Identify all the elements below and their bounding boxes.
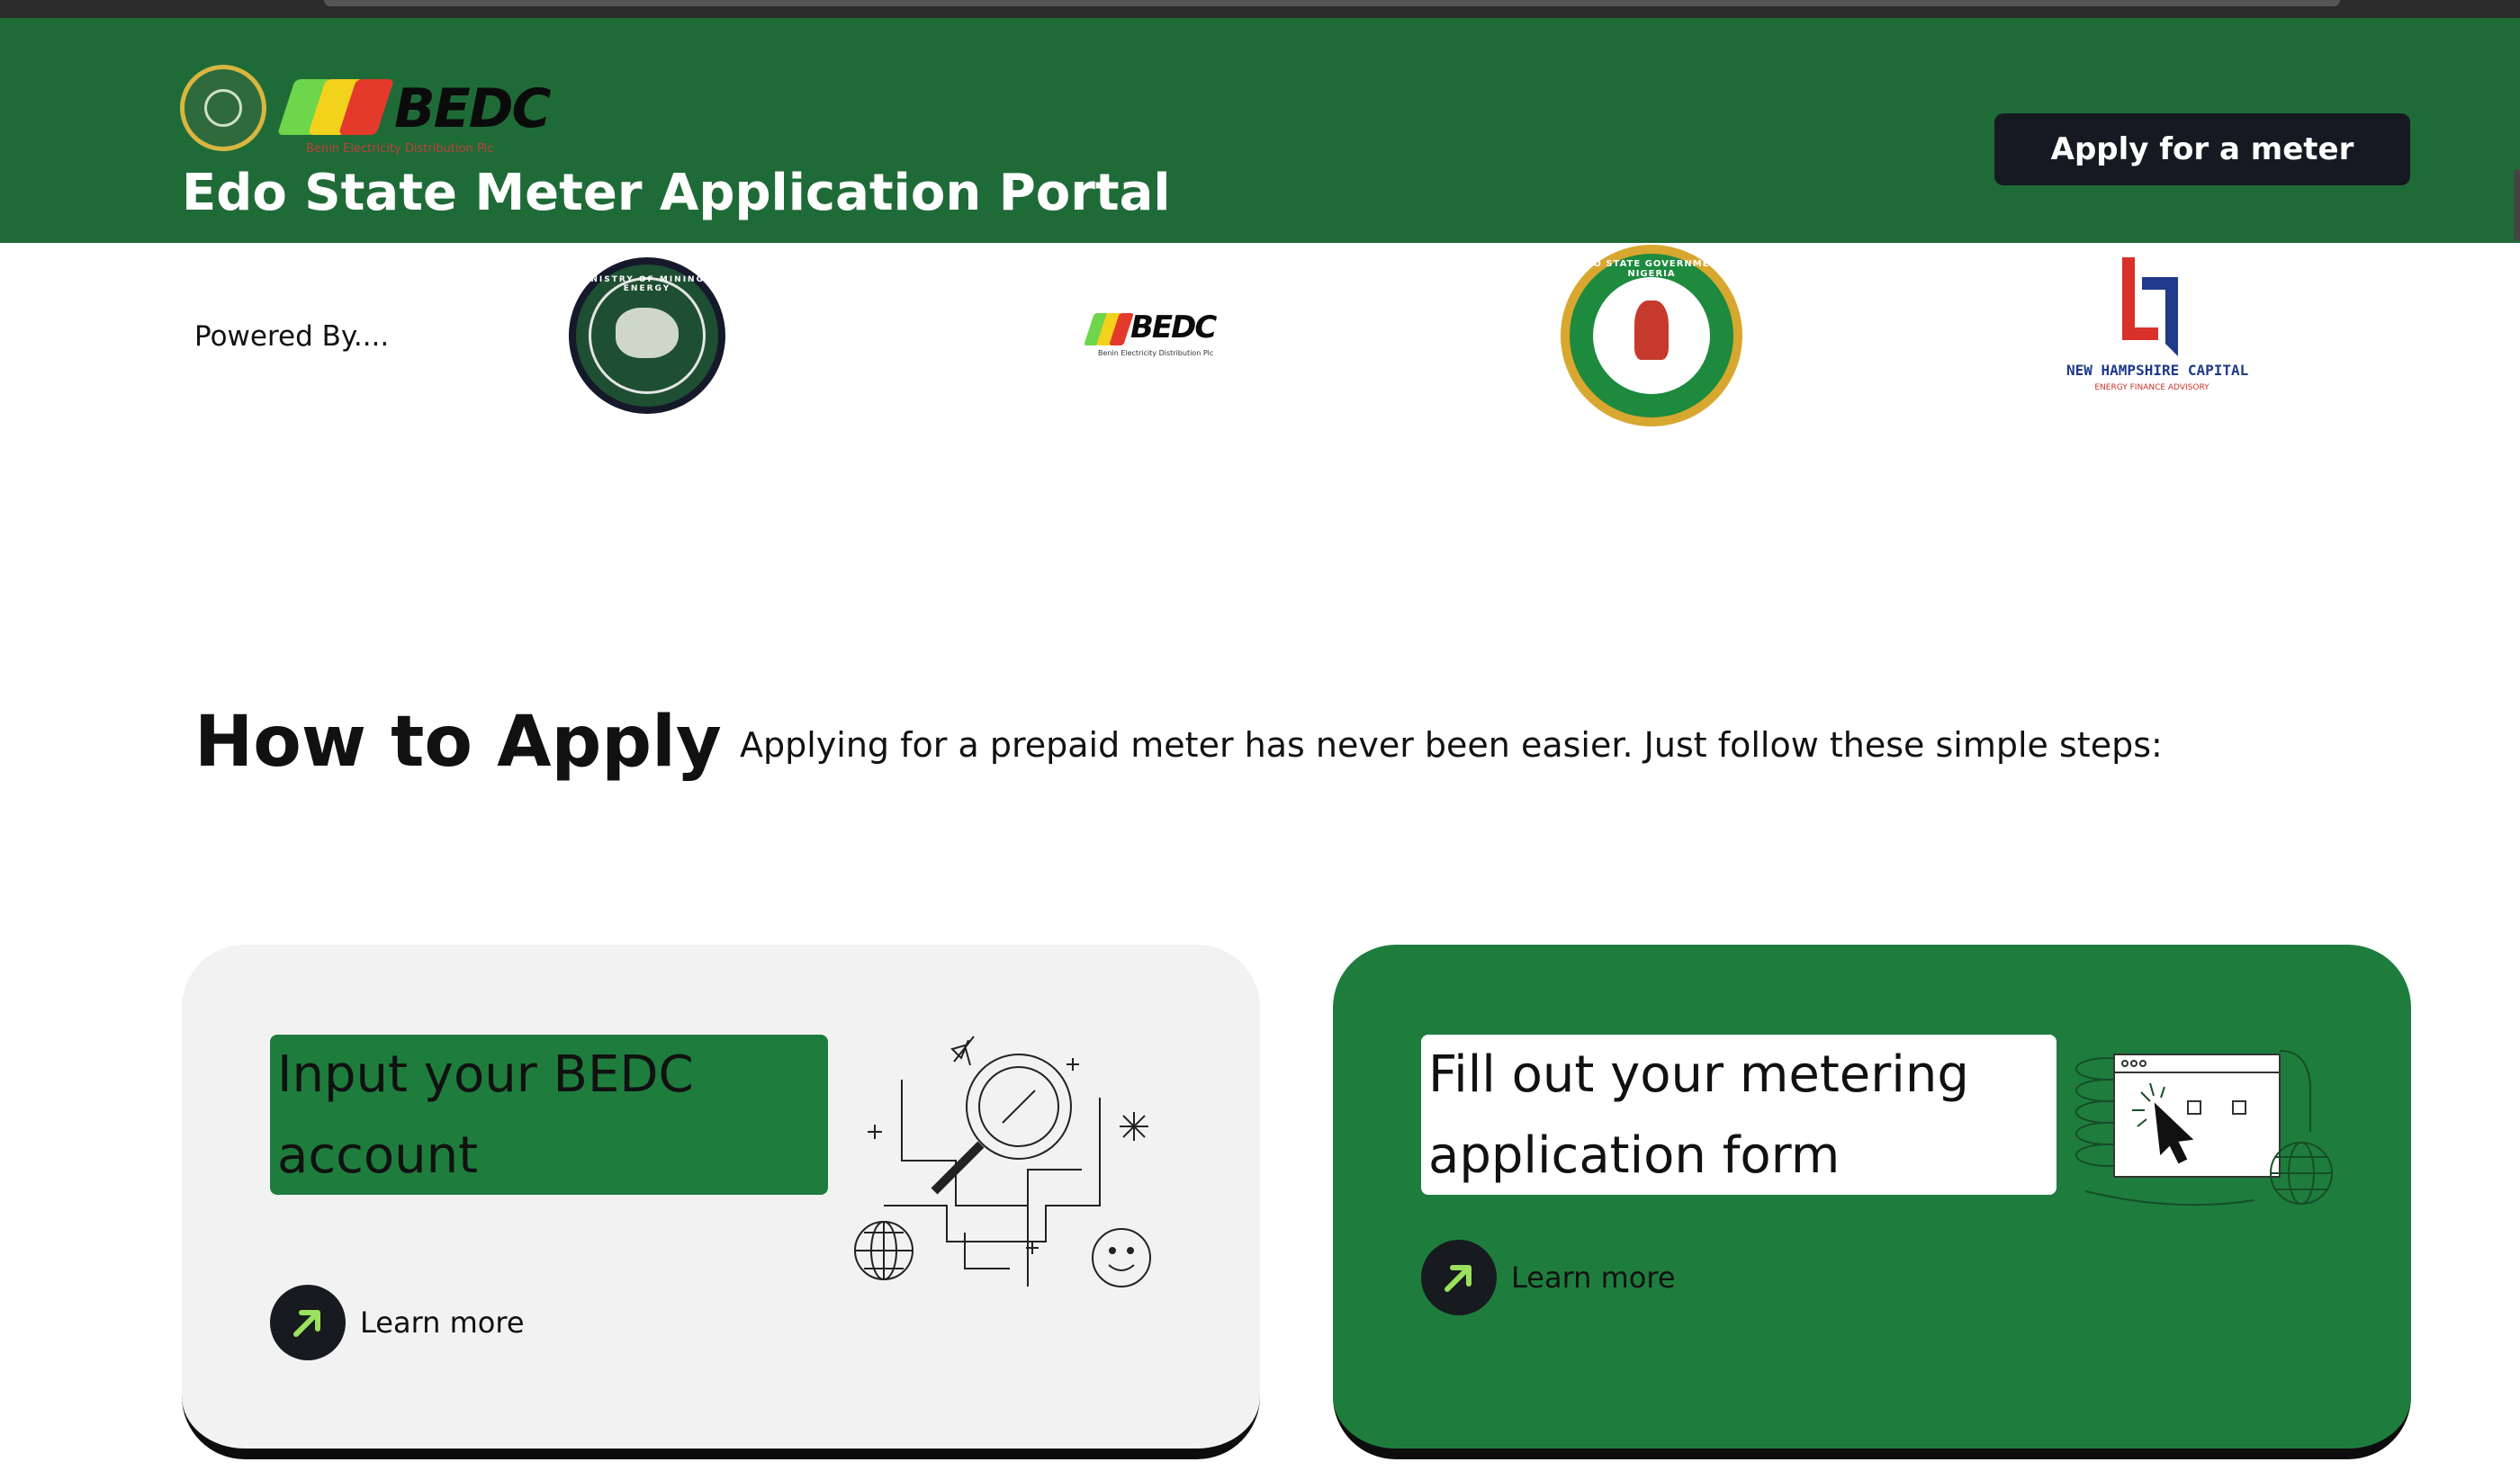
browser-top-strip [0, 0, 2520, 18]
bedc-logo-text: BEDC [394, 77, 552, 140]
learn-more-text: Learn more [1511, 1260, 1676, 1295]
page-title: Edo State Meter Application Portal [182, 164, 1171, 222]
header-logos[interactable]: BEDC Benin Electricity Distribution Plc [180, 47, 558, 156]
partners-strip: Powered By.... MINISTRY OF MINING & ENER… [0, 243, 2520, 450]
site-header: BEDC Benin Electricity Distribution Plc … [0, 18, 2520, 243]
bedc-logo: BEDC Benin Electricity Distribution Plc [276, 74, 552, 156]
edo-logo-text: EDO STATE GOVERNMENT NIGERIA [1578, 259, 1725, 279]
learn-more-link[interactable]: Learn more [1421, 1240, 1676, 1315]
bedc-partner-logo: BEDC Benin Electricity Distribution Plc [1084, 308, 1217, 362]
how-to-apply-heading: How to Apply [194, 702, 722, 783]
ministry-logo: MINISTRY OF MINING & ENERGY [569, 257, 725, 414]
ministry-logo-text: MINISTRY OF MINING & ENERGY [576, 275, 718, 293]
learn-more-text: Learn more [360, 1305, 525, 1340]
bedc-logo-subtext: Benin Electricity Distribution Plc [306, 142, 494, 156]
arrow-up-right-icon[interactable] [1421, 1240, 1497, 1315]
nhc-tagline: ENERGY FINANCE ADVISORY [2094, 383, 2210, 392]
learn-more-link[interactable]: Learn more [270, 1285, 525, 1360]
eagle-icon [1634, 300, 1669, 360]
scrollbar[interactable] [2514, 169, 2520, 241]
edo-state-government-logo: EDO STATE GOVERNMENT NIGERIA [1561, 245, 1742, 426]
bedc-partner-logo-subtext: Benin Electricity Distribution Plc [1098, 349, 1214, 357]
arrow-up-right-icon[interactable] [270, 1285, 346, 1360]
browser-top-bar [324, 0, 2340, 6]
apply-for-meter-button[interactable]: Apply for a meter [1994, 113, 2410, 185]
nhc-mark-icon [2122, 257, 2178, 356]
cursor-browser-illustration [2075, 1050, 2333, 1206]
step-card-account[interactable]: Input your BEDC account Learn more [182, 945, 1260, 1459]
step-title: Fill out your metering application form [1421, 1035, 2056, 1195]
step-title: Input your BEDC account [270, 1035, 828, 1195]
search-magnifier-illustration [854, 1036, 1151, 1287]
new-hampshire-capital-logo: NEW HAMPSHIRE CAPITAL ENERGY FINANCE ADV… [2066, 257, 2249, 419]
coat-of-arms-icon [180, 65, 266, 151]
step-card-application-form[interactable]: Fill out your metering application form … [1333, 945, 2411, 1459]
how-to-apply-description: Applying for a prepaid meter has never b… [740, 725, 2163, 765]
bedc-partner-logo-text: BEDC [1130, 309, 1217, 345]
nhc-name: NEW HAMPSHIRE CAPITAL [2066, 362, 2249, 379]
powered-by-label: Powered By.... [194, 320, 390, 353]
